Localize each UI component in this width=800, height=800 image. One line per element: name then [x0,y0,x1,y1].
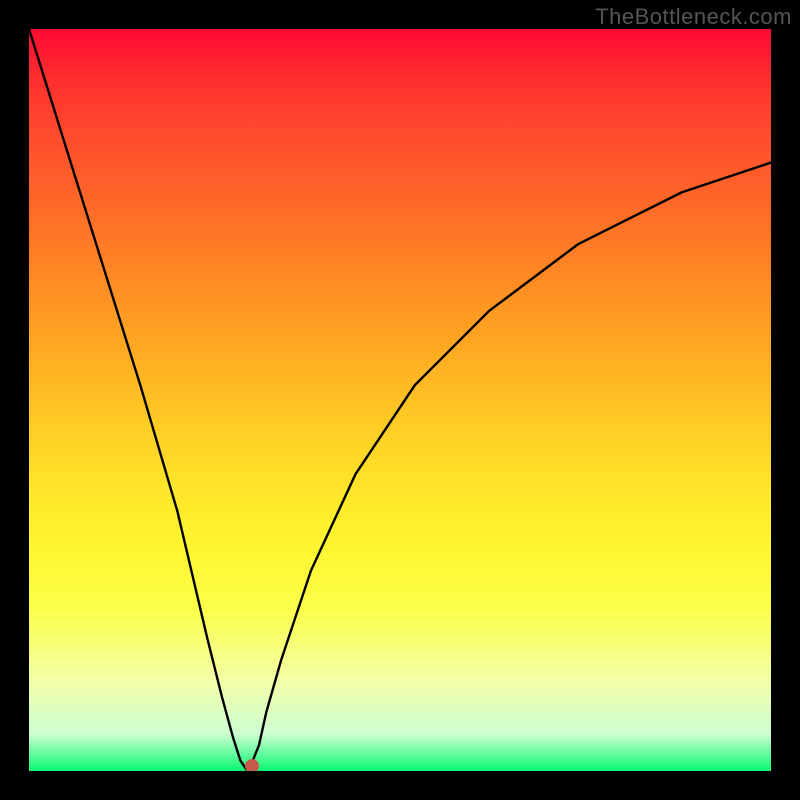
watermark-text: TheBottleneck.com [595,4,792,30]
chart-frame: TheBottleneck.com [0,0,800,800]
bottleneck-curve [29,29,771,770]
curve-svg [29,29,771,771]
plot-area [29,29,771,771]
optimal-point-marker [245,759,259,771]
